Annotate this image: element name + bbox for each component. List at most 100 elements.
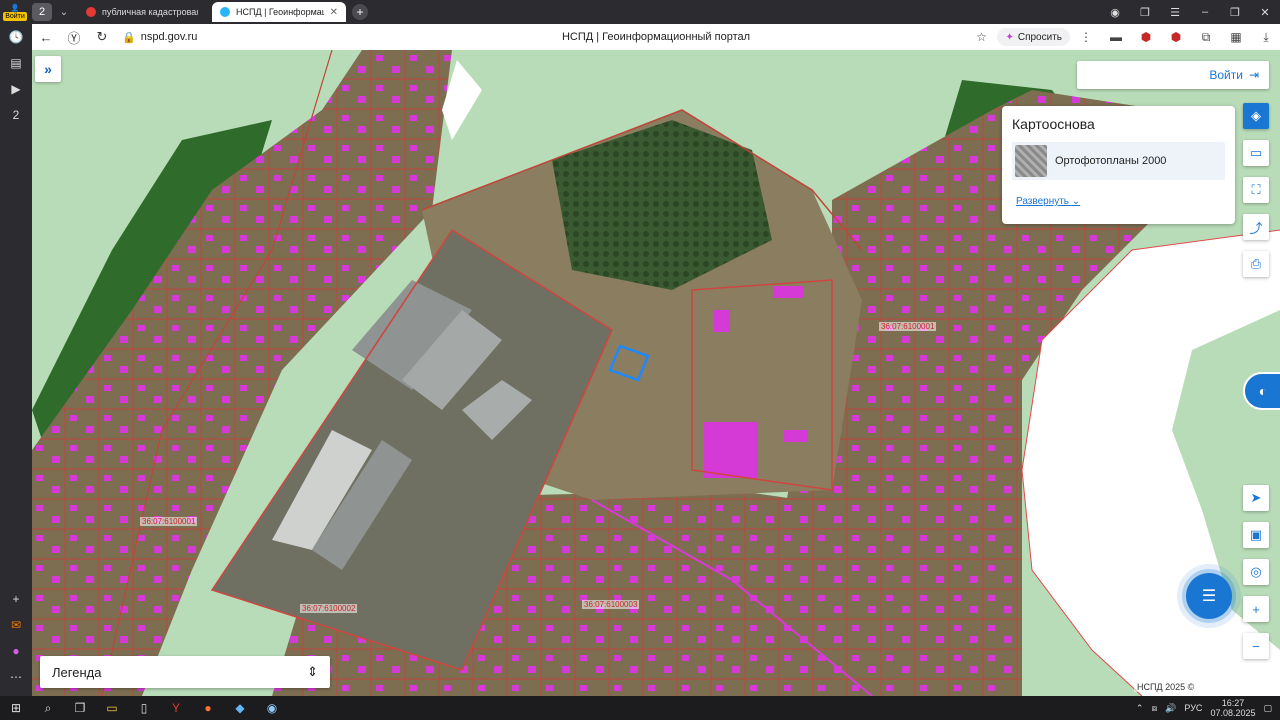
login-button[interactable]: Войти ⇥ [1077,61,1269,89]
basemap-option[interactable]: Ортофотопланы 2000 [1012,142,1225,180]
profile-button[interactable]: 👤 Войти [0,0,30,24]
downloads-indicator-icon[interactable]: ◉ [1100,6,1130,19]
extension-icon[interactable]: ⬢ [1162,30,1190,44]
expand-updown-icon: ⇕ [307,664,318,679]
kebab-menu-icon[interactable]: ⋮ [1072,30,1100,44]
chevron-down-icon[interactable]: ⌄ [56,3,72,21]
ask-label: Спросить [1017,31,1062,43]
extension-icon[interactable]: ⬢ [1132,30,1160,44]
system-tray: ⌃ ⧈ 🔊 РУС 16:27 07.08.2025 ▢ [1136,696,1280,720]
extension-icon[interactable]: ▬ [1102,30,1130,44]
ruler-icon[interactable]: ▭ [1243,140,1269,166]
clock[interactable]: 16:27 07.08.2025 [1210,698,1255,718]
expand-label: Развернуть [1016,196,1070,207]
expand-basemap-link[interactable]: Развернуть ⌄ [1016,196,1225,207]
parcel-label: 36:07:6100001 [140,517,198,526]
select-area-icon[interactable]: ⛶ [1243,177,1269,203]
chevron-up-icon[interactable]: ⌃ [1136,703,1144,714]
map-tools-bottom: ➤ ▣ ◎ + − [1243,485,1269,670]
legend-button[interactable]: Легенда ⇕ [40,656,330,688]
assistant-tab-button[interactable]: ◐ [1243,372,1280,410]
basemap-title: Картооснова [1012,116,1095,132]
play-icon[interactable]: ▶ [0,76,32,102]
basemap-option-label: Ортофотопланы 2000 [1055,155,1167,167]
notes-icon[interactable]: ▤ [0,50,32,76]
minimize-icon[interactable]: – [1190,6,1220,18]
app-icon[interactable]: ◆ [224,696,256,720]
date: 07.08.2025 [1210,708,1256,718]
time: 16:27 [1221,698,1245,708]
tabs-badge[interactable]: 2 [0,102,32,128]
tab-cadastral[interactable]: публичная кадастровая [78,2,206,22]
map-viewport[interactable]: 36:07:6100001 36:07:6100002 36:07:610000… [32,50,1280,696]
user-icon: 👤 [10,4,20,12]
close-icon[interactable]: ✕ [330,7,338,18]
ask-button[interactable]: ✦ Спросить [997,28,1070,46]
reader-icon[interactable]: ▦ [1222,30,1250,44]
volume-icon[interactable]: 🔊 [1165,703,1176,714]
profile-login-label: Войти [3,11,27,21]
map-tools-top: ◈ ▭ ⛶ ⤴ ⎙ [1243,103,1269,288]
zoom-out-button[interactable]: − [1243,633,1269,659]
task-view-icon[interactable]: ❐ [64,696,96,720]
login-label: Войти [1209,68,1243,82]
alice-icon[interactable]: ● [0,638,32,664]
file-explorer-icon[interactable]: ▭ [96,696,128,720]
tab-title: НСПД | Геоинформацио [236,7,324,17]
scale-bar-line: 100 m [1203,680,1264,691]
location-icon[interactable]: ◎ [1243,559,1269,585]
scale-bar: НСПД 2025 © 100 m [1134,680,1264,692]
share-icon[interactable]: ⤴ [1243,214,1269,240]
language-indicator[interactable]: РУС [1184,703,1202,713]
back-arrow-icon[interactable]: ← [32,30,60,45]
url-text: nspd.gov.ru [140,31,198,43]
login-icon: ⇥ [1248,68,1259,82]
parcel-label: 36:07:6100003 [582,600,640,609]
window-controls: ◉ ❐ ☰ – ❐ ✕ [1100,0,1280,24]
print-icon[interactable]: ⎙ [1243,251,1269,277]
basemap-thumbnail [1015,145,1047,177]
expand-sidebar-button[interactable]: » [35,56,61,82]
lock-icon: 🔒 [122,31,136,44]
reload-icon[interactable]: ↻ [88,29,116,45]
firefox-icon[interactable]: ● [192,696,224,720]
chat-button[interactable]: ☰ [1186,573,1232,619]
more-icon[interactable]: ⋯ [0,664,32,690]
download-icon[interactable]: ⤓ [1252,30,1280,45]
bookmark-icon[interactable]: ☆ [967,30,995,44]
extensions-puzzle-icon[interactable]: ⧉ [1192,30,1220,45]
notifications-icon[interactable]: ▢ [1263,703,1272,714]
yandex-icon[interactable]: Ⓨ [60,28,88,47]
history-icon[interactable]: 🕓 [0,24,32,50]
document-icon[interactable]: ▯ [128,696,160,720]
chevron-down-icon: ⌄ [1071,196,1081,207]
yandex-browser-icon[interactable]: Y [160,696,192,720]
add-icon[interactable]: + [0,586,32,612]
copyright: НСПД 2025 © [1134,682,1198,692]
tab-title: публичная кадастровая [102,7,198,17]
app-icon[interactable]: ◉ [256,696,288,720]
tab-nspd[interactable]: НСПД | Геоинформацио ✕ [212,2,346,22]
layers-icon[interactable]: ◈ [1243,103,1269,129]
menu-icon[interactable]: ☰ [1160,6,1190,19]
sparkle-icon: ✦ [1005,31,1014,43]
browser-tabstrip: 👤 Войти 2 ⌄ публичная кадастровая НСПД |… [0,0,1280,24]
new-tab-button[interactable]: + [352,4,368,20]
navigate-icon[interactable]: ➤ [1243,485,1269,511]
bookmark-panel-icon[interactable]: ❐ [1130,6,1160,19]
nspd-favicon-icon [220,7,230,17]
browser-side-rail: 🕓 ▤ ▶ 2 + ✉ ● ⋯ [0,24,32,696]
picture-in-picture-icon[interactable]: ▣ [1243,522,1269,548]
mail-icon[interactable]: ✉ [0,612,32,638]
chat-icon: ☰ [1201,588,1217,605]
network-icon[interactable]: ⧈ [1151,703,1157,714]
zoom-in-button[interactable]: + [1243,596,1269,622]
scale-label: 100 m [1235,680,1261,690]
windows-start-icon[interactable]: ⊞ [0,696,32,720]
url-field[interactable]: 🔒 nspd.gov.ru [122,31,197,44]
close-window-icon[interactable]: ✕ [1250,6,1280,19]
address-bar-actions: ☆ ✦ Спросить ⋮ ▬ ⬢ ⬢ ⧉ ▦ ⤓ [967,24,1280,50]
search-icon[interactable]: ⌕ [32,696,64,720]
tab-count-button[interactable]: 2 [32,3,52,21]
restore-icon[interactable]: ❐ [1220,6,1250,19]
